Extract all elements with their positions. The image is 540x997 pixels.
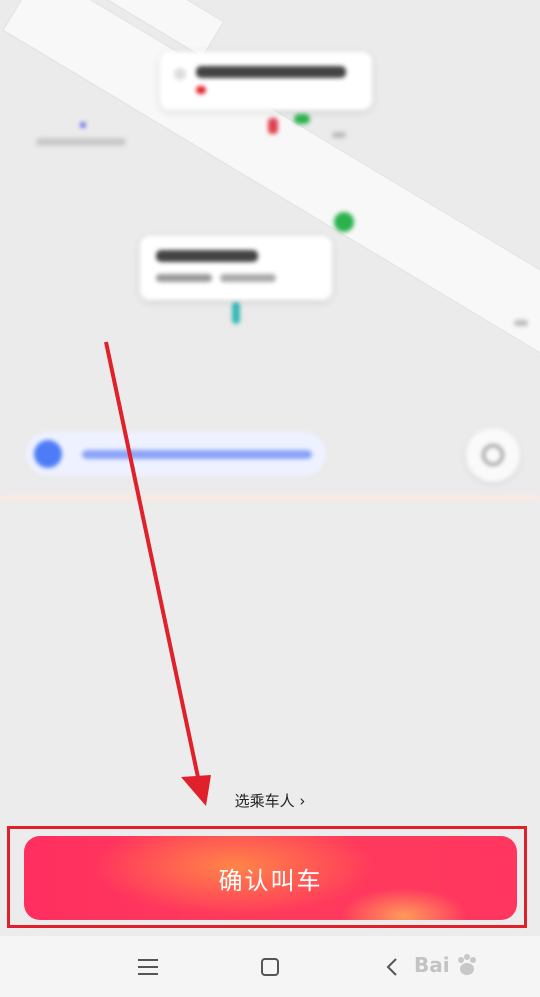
back-nav-button[interactable] (362, 936, 422, 997)
home-nav-button[interactable] (240, 936, 300, 997)
menu-nav-button[interactable] (118, 936, 178, 997)
baidu-jingyan-watermark: Bai (414, 940, 534, 990)
menu-icon (138, 958, 158, 975)
select-rider-link[interactable]: 选乘车人 › (0, 790, 540, 811)
chevron-right-icon: › (299, 792, 306, 810)
home-square-icon (261, 957, 279, 976)
select-rider-label: 选乘车人 (234, 792, 295, 810)
watermark-text: Bai (414, 953, 450, 977)
paw-icon (457, 954, 476, 975)
confirm-call-car-button[interactable]: 确认叫车 (24, 836, 517, 920)
chevron-left-icon (386, 957, 397, 976)
